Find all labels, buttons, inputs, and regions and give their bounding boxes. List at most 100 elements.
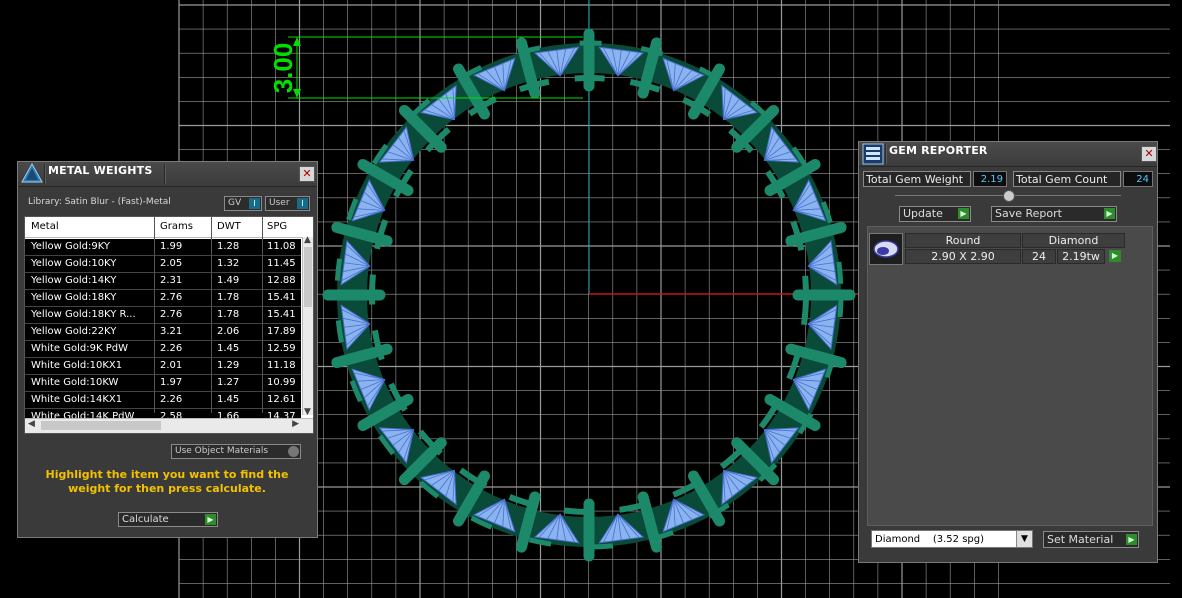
save-report-button[interactable]: Save Report ▶ — [991, 206, 1117, 222]
cell-spg: 10.99 — [267, 377, 296, 388]
cell-spg: 17.89 — [267, 326, 296, 337]
instruction-text: Highlight the item you want to find the … — [45, 468, 289, 495]
table-row[interactable]: White Gold:14KX1 2.26 1.45 12.61 — [25, 392, 301, 409]
radio-icon — [288, 446, 299, 457]
cell-metal: White Gold:10KW — [31, 377, 119, 388]
round-diamond-thumbnail-icon — [869, 233, 903, 265]
gem-reporter-panel: GEM REPORTER ✕ Total Gem Weight 2.19 Tot… — [858, 141, 1158, 563]
table-row[interactable]: White Gold:9K PdW 2.26 1.45 12.59 — [25, 341, 301, 358]
scroll-left-icon[interactable]: ◀ — [28, 419, 35, 429]
table-row[interactable]: Yellow Gold:9KY 1.99 1.28 11.08 — [25, 239, 301, 256]
gem-shape: Round — [905, 233, 1021, 248]
gem-material: Diamond — [1022, 233, 1125, 248]
toggle-switch-icon: I — [297, 198, 308, 209]
chevron-down-icon[interactable]: ▼ — [1016, 531, 1032, 547]
dimension-label: 3.00 — [268, 43, 298, 94]
column-divider — [211, 217, 212, 413]
column-header-metal[interactable]: Metal — [31, 221, 59, 232]
cell-spg: 12.59 — [267, 343, 296, 354]
scroll-down-icon[interactable]: ▼ — [304, 407, 311, 417]
cell-grams: 1.99 — [160, 241, 183, 252]
cell-dwt: 1.78 — [217, 292, 240, 303]
play-icon: ▶ — [205, 514, 216, 525]
cell-grams: 2.76 — [160, 292, 183, 303]
cell-dwt: 1.45 — [217, 343, 240, 354]
title-separator — [44, 164, 46, 184]
cell-spg: 15.41 — [267, 309, 296, 320]
cell-dwt: 2.06 — [217, 326, 240, 337]
gem-row[interactable]: Round Diamond 2.90 X 2.90 24 2.19tw ▶ — [869, 233, 1129, 265]
horizontal-scrollbar[interactable]: ◀ ▶ — [25, 418, 313, 433]
cell-grams: 2.26 — [160, 343, 183, 354]
use-object-materials-toggle[interactable]: Use Object Materials — [171, 444, 301, 459]
vertical-scrollbar[interactable]: ▲ ▼ — [302, 235, 313, 417]
gem-size: 2.90 X 2.90 — [905, 249, 1021, 264]
column-divider — [262, 217, 263, 413]
cell-metal: Yellow Gold:9KY — [31, 241, 110, 252]
cell-metal: Yellow Gold:22KY — [31, 326, 117, 337]
cell-grams: 3.21 — [160, 326, 183, 337]
table-row[interactable]: Yellow Gold:18KY R... 2.76 1.78 15.41 — [25, 307, 301, 324]
cell-grams: 2.05 — [160, 258, 183, 269]
play-icon: ▶ — [1104, 208, 1115, 219]
metal-weights-table: Metal Grams DWT SPG Yellow Gold:9KY 1.99 1… — [24, 216, 314, 434]
column-header-grams[interactable]: Grams — [160, 221, 193, 232]
cell-spg: 12.88 — [267, 275, 296, 286]
gem-weight: 2.19tw — [1057, 249, 1105, 264]
set-material-label: Set Material — [1047, 533, 1114, 546]
scroll-up-icon[interactable]: ▲ — [304, 235, 311, 245]
table-row[interactable]: Yellow Gold:22KY 3.21 2.06 17.89 — [25, 324, 301, 341]
cell-dwt: 1.32 — [217, 258, 240, 269]
scrollbar-thumb[interactable] — [304, 247, 312, 307]
cell-metal: Yellow Gold:14KY — [31, 275, 117, 286]
table-row[interactable]: Yellow Gold:10KY 2.05 1.32 11.45 — [25, 256, 301, 273]
set-material-button[interactable]: Set Material ▶ — [1043, 531, 1139, 548]
slider-knob-icon[interactable] — [1003, 190, 1015, 202]
cell-dwt: 1.78 — [217, 309, 240, 320]
gem-reporter-icon — [862, 143, 884, 165]
play-icon: ▶ — [1126, 534, 1137, 545]
user-toggle[interactable]: User I — [265, 196, 310, 211]
total-gem-count-value: 24 — [1123, 171, 1153, 187]
metal-weights-titlebar[interactable]: METAL WEIGHTS ✕ — [18, 162, 317, 187]
gem-reporter-title: GEM REPORTER — [889, 144, 988, 157]
gem-reporter-titlebar[interactable]: GEM REPORTER ✕ — [859, 142, 1157, 167]
cell-grams: 2.01 — [160, 360, 183, 371]
cell-dwt: 1.45 — [217, 394, 240, 405]
total-gem-count-label: Total Gem Count — [1013, 171, 1121, 187]
scroll-right-icon[interactable]: ▶ — [292, 419, 299, 429]
cell-spg: 12.61 — [267, 394, 296, 405]
metal-weights-rows: Yellow Gold:9KY 1.99 1.28 11.08 Yellow Gold:… — [25, 239, 301, 426]
cell-metal: Yellow Gold:18KY — [31, 292, 117, 303]
cell-grams: 1.97 — [160, 377, 183, 388]
calculate-button[interactable]: Calculate ▶ — [118, 512, 218, 527]
cell-metal: Yellow Gold:10KY — [31, 258, 117, 269]
calculate-label: Calculate — [122, 514, 169, 525]
library-label: Library: Satin Blur - (Fast)-Metal — [28, 197, 171, 207]
cell-grams: 2.31 — [160, 275, 183, 286]
close-icon[interactable]: ✕ — [1141, 146, 1157, 162]
close-icon[interactable]: ✕ — [299, 166, 315, 182]
scrollbar-thumb[interactable] — [41, 421, 161, 430]
cell-metal: White Gold:14KX1 — [31, 394, 123, 405]
column-header-dwt[interactable]: DWT — [217, 221, 241, 232]
cell-metal: White Gold:9K PdW — [31, 343, 128, 354]
cell-spg: 15.41 — [267, 292, 296, 303]
cell-dwt: 1.28 — [217, 241, 240, 252]
cell-metal: Yellow Gold:18KY R... — [31, 309, 136, 320]
cell-spg: 11.08 — [267, 241, 296, 252]
table-header: Metal Grams DWT SPG — [25, 217, 313, 238]
play-icon[interactable]: ▶ — [1109, 250, 1121, 262]
cell-spg: 11.18 — [267, 360, 296, 371]
table-row[interactable]: Yellow Gold:18KY 2.76 1.78 15.41 — [25, 290, 301, 307]
update-button[interactable]: Update ▶ — [899, 206, 971, 222]
table-row[interactable]: Yellow Gold:14KY 2.31 1.49 12.88 — [25, 273, 301, 290]
table-row[interactable]: White Gold:10KX1 2.01 1.29 11.18 — [25, 358, 301, 375]
total-gem-weight-value: 2.19 — [973, 171, 1007, 187]
table-row[interactable]: White Gold:10KW 1.97 1.27 10.99 — [25, 375, 301, 392]
material-select[interactable]: Diamond (3.52 spg) ▼ — [871, 530, 1033, 548]
toggle-switch-icon: I — [249, 198, 260, 209]
column-header-spg[interactable]: SPG — [267, 221, 287, 232]
gem-list: Round Diamond 2.90 X 2.90 24 2.19tw ▶ — [867, 226, 1153, 526]
gv-toggle[interactable]: GV I — [224, 196, 262, 211]
